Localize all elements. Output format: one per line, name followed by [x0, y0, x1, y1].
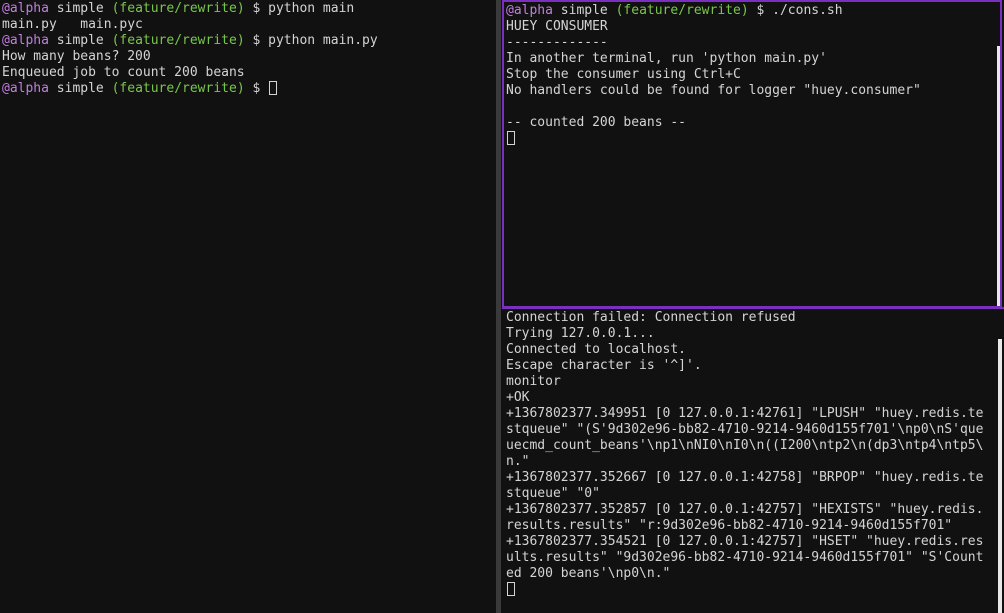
prompt-dir: simple — [552, 3, 616, 18]
prompt-user: @alpha — [506, 3, 553, 18]
prompt-user: @alpha — [2, 33, 49, 48]
prompt-user: @alpha — [2, 81, 49, 96]
prompt-line: @alpha simple (feature/rewrite) $ ./cons… — [506, 3, 1000, 19]
output-line: ------------- — [506, 35, 608, 50]
output-line: Connected to localhost. — [506, 342, 687, 357]
output-line: monitor — [506, 374, 561, 389]
command-text: ./cons.sh — [772, 3, 843, 18]
command-text: python main.py — [268, 33, 378, 48]
scrollbar[interactable] — [998, 339, 1002, 613]
prompt-branch: (feature/rewrite) — [111, 33, 245, 48]
prompt-line: @alpha simple (feature/rewrite) $ — [2, 81, 496, 97]
output-line: ed 200 beans'\np0\n." — [506, 566, 671, 581]
output-line: How many beans? 200 — [2, 49, 151, 64]
prompt-dir: simple — [48, 33, 112, 48]
output-line: uecmd_count_beans'\np1\nNI0\nI0\n((I200\… — [506, 438, 984, 453]
prompt-symbol: $ — [244, 1, 269, 16]
prompt-dir: simple — [48, 81, 112, 96]
prompt-line: @alpha simple (feature/rewrite) $ python… — [2, 33, 496, 49]
cursor-line — [506, 131, 1000, 147]
redis-monitor-pane[interactable]: Connection failed: Connection refused Tr… — [502, 309, 1002, 613]
output-line: stqueue" "(S'9d302e96-bb82-4710-9214-946… — [506, 422, 984, 437]
output-line: results.results" "r:9d302e96-bb82-4710-9… — [506, 518, 953, 533]
scrollbar[interactable] — [997, 46, 1000, 306]
output-line: In another terminal, run 'python main.py… — [506, 51, 827, 66]
output-line: Stop the consumer using Ctrl+C — [506, 67, 741, 82]
text-cursor — [507, 131, 515, 145]
output-line: Connection failed: Connection refused — [506, 310, 796, 325]
pane-divider-vertical[interactable] — [496, 0, 501, 613]
consumer-terminal-pane[interactable]: @alpha simple (feature/rewrite) $ ./cons… — [502, 0, 1002, 308]
output-line: Enqueued job to count 200 beans — [2, 65, 245, 80]
left-terminal-pane[interactable]: @alpha simple (feature/rewrite) $ python… — [0, 0, 496, 613]
prompt-user: @alpha — [2, 1, 49, 16]
output-line: -- counted 200 beans -- — [506, 115, 687, 130]
output-line: +OK — [506, 390, 530, 405]
prompt-symbol: $ — [244, 81, 269, 96]
output-line: +1367802377.349951 [0 127.0.0.1:42761] "… — [506, 406, 984, 421]
output-line: Trying 127.0.0.1... — [506, 326, 655, 341]
cursor-line — [506, 582, 1002, 598]
output-line: No handlers could be found for logger "h… — [506, 83, 921, 98]
output-line: +1367802377.352667 [0 127.0.0.1:42758] "… — [506, 470, 984, 485]
prompt-branch: (feature/rewrite) — [111, 1, 245, 16]
output-line: +1367802377.352857 [0 127.0.0.1:42757] "… — [506, 502, 984, 517]
prompt-dir: simple — [48, 1, 112, 16]
text-cursor — [507, 582, 515, 596]
prompt-branch: (feature/rewrite) — [111, 81, 245, 96]
output-line: +1367802377.354521 [0 127.0.0.1:42757] "… — [506, 534, 984, 549]
command-text: python main — [268, 1, 355, 16]
redis-monitor-output: Connection failed: Connection refused Tr… — [502, 309, 1002, 598]
text-cursor — [269, 81, 278, 95]
prompt-symbol: $ — [244, 33, 269, 48]
prompt-line: @alpha simple (feature/rewrite) $ python… — [2, 1, 496, 17]
completion-line: main.py main.pyc — [2, 17, 143, 32]
prompt-symbol: $ — [748, 3, 773, 18]
consumer-terminal-output: @alpha simple (feature/rewrite) $ ./cons… — [504, 2, 1000, 147]
output-line: ults.results" "9d302e96-bb82-4710-9214-9… — [506, 550, 984, 565]
output-line: Escape character is '^]'. — [506, 358, 702, 373]
output-line: stqueue" "0" — [506, 486, 600, 501]
left-terminal-output: @alpha simple (feature/rewrite) $ python… — [0, 0, 496, 97]
output-line: n." — [506, 454, 530, 469]
prompt-branch: (feature/rewrite) — [615, 3, 749, 18]
output-line: HUEY CONSUMER — [506, 19, 608, 34]
